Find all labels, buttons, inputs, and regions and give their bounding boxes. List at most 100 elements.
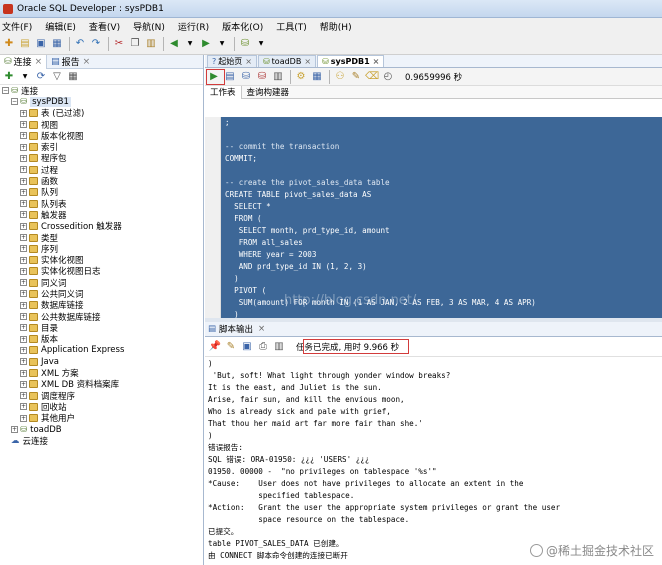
expand-icon[interactable]: + (20, 392, 27, 400)
rollback-icon[interactable]: ⛁ (255, 70, 269, 84)
tree-node[interactable]: + Application Express (0, 345, 203, 356)
expand-icon[interactable]: + (20, 335, 27, 343)
close-icon[interactable]: × (304, 57, 311, 66)
collapse-icon[interactable]: − (2, 87, 9, 95)
tree-node[interactable]: ☁ 云连接 (0, 435, 203, 447)
tree-node[interactable]: + Crossedition 触发器 (0, 221, 203, 232)
tree-node[interactable]: + 其他用户 (0, 413, 203, 424)
expand-icon[interactable]: + (20, 414, 27, 422)
expand-icon[interactable]: + (20, 267, 27, 275)
tree-node[interactable]: + 版本 (0, 334, 203, 345)
tree-node[interactable]: + XML 方案 (0, 367, 203, 379)
unshared-sql-icon[interactable]: ⚇ (333, 70, 347, 84)
sql-tuning-icon[interactable]: ▦ (310, 70, 324, 84)
tree-node[interactable]: + 视图 (0, 119, 203, 131)
close-icon[interactable]: × (373, 57, 380, 66)
tab-reports[interactable]: ▤ 报告 × (47, 55, 94, 69)
refresh-icon[interactable]: ⟳ (34, 70, 48, 84)
expand-icon[interactable]: + (20, 200, 27, 208)
tree-node[interactable]: + 实体化视图 (0, 254, 203, 266)
tree-node[interactable]: + 公共同义词 (0, 288, 203, 300)
menu-tools[interactable]: 工具(T) (276, 20, 307, 33)
expand-icon[interactable]: + (20, 177, 27, 185)
tree-node[interactable]: + 版本化视图 (0, 130, 203, 142)
undo-icon[interactable]: ↶ (73, 37, 87, 51)
filter-icon[interactable]: ▽ (50, 70, 64, 84)
expand-icon[interactable]: + (20, 256, 27, 264)
tab-toaddb[interactable]: ⛁ toadDB × (257, 55, 317, 67)
paste-icon[interactable]: ▥ (144, 37, 158, 51)
expand-icon[interactable]: + (20, 369, 27, 377)
tree-node[interactable]: + 调度程序 (0, 390, 203, 402)
tree-node[interactable]: + 触发器 (0, 209, 203, 221)
save-icon[interactable]: ▣ (240, 340, 254, 354)
expand-icon[interactable]: + (20, 222, 27, 230)
redo-icon[interactable]: ↷ (89, 37, 103, 51)
expand-icon[interactable]: + (20, 403, 27, 411)
tree-node[interactable]: + XML DB 资料档案库 (0, 379, 203, 390)
expand-icon[interactable]: + (20, 301, 27, 309)
menu-run[interactable]: 运行(R) (178, 20, 209, 33)
run-script-icon[interactable]: ▤ (223, 70, 237, 84)
close-icon[interactable]: × (245, 57, 252, 66)
collapse-icon[interactable]: − (11, 98, 18, 106)
open-icon[interactable]: ▤ (18, 37, 32, 51)
tab-start-page[interactable]: ? 起始页 × (207, 55, 257, 67)
new-icon[interactable]: ✚ (2, 37, 16, 51)
sql-editor[interactable]: ; -- commit the transaction COMMIT; -- crea… (205, 117, 662, 318)
tree-node[interactable]: + 序列 (0, 243, 203, 255)
expand-icon[interactable]: + (20, 188, 27, 196)
expand-icon[interactable]: + (20, 313, 27, 321)
save-icon[interactable]: ▣ (34, 37, 48, 51)
menu-edit[interactable]: 编辑(E) (45, 20, 76, 33)
commit-icon[interactable]: ⛁ (239, 70, 253, 84)
tree-node[interactable]: + 函数 (0, 175, 203, 187)
eraser-icon[interactable]: ⌫ (365, 70, 379, 84)
sql-worksheet-icon[interactable]: ⛁ (238, 37, 252, 51)
menu-navigate[interactable]: 导航(N) (133, 20, 165, 33)
tree-node[interactable]: + 回收站 (0, 401, 203, 413)
close-icon[interactable]: × (35, 57, 43, 67)
expand-icon[interactable]: + (20, 132, 27, 140)
history-icon[interactable]: ◴ (381, 70, 395, 84)
close-icon[interactable]: × (83, 57, 91, 67)
tree-node[interactable]: + ⛁ toadDB (0, 424, 203, 435)
tree-node[interactable]: + 队列表 (0, 198, 203, 210)
pin-icon[interactable]: 📌 (208, 340, 222, 354)
tree-node[interactable]: + 同义词 (0, 277, 203, 289)
tab-syspdb1[interactable]: ⛁ sysPDB1 × (317, 55, 385, 67)
dropdown-icon[interactable]: ▼ (254, 37, 268, 51)
expand-icon[interactable]: + (20, 324, 27, 332)
cut-icon[interactable]: ✂ (112, 37, 126, 51)
back-icon[interactable]: ◀ (167, 37, 181, 51)
tree-node[interactable]: + 公共数据库链接 (0, 311, 203, 323)
menu-file[interactable]: 文件(F) (2, 20, 32, 33)
tab-script-output[interactable]: 脚本输出 (219, 323, 253, 335)
menu-help[interactable]: 帮助(H) (320, 20, 352, 33)
tree-node[interactable]: + 过程 (0, 164, 203, 176)
expand-icon[interactable]: + (20, 234, 27, 241)
code-area[interactable]: ; -- commit the transaction COMMIT; -- crea… (221, 117, 662, 318)
expand-icon[interactable]: + (20, 346, 27, 354)
tree-node[interactable]: − ⛁ 连接 (0, 85, 203, 97)
menu-versioning[interactable]: 版本化(O) (222, 20, 263, 33)
schema-browser-icon[interactable]: ▦ (66, 70, 80, 84)
forward-icon[interactable]: ▶ (199, 37, 213, 51)
close-icon[interactable]: × (258, 324, 265, 334)
copy-icon[interactable]: ❐ (128, 37, 142, 51)
expand-icon[interactable]: + (20, 166, 27, 174)
tree-node[interactable]: + Java (0, 356, 203, 367)
print-icon[interactable]: ⎙ (256, 340, 270, 354)
save-all-icon[interactable]: ▦ (50, 37, 64, 51)
tree-node[interactable]: + 程序包 (0, 153, 203, 164)
tree-node[interactable]: + 类型 (0, 232, 203, 244)
buffer-icon[interactable]: ▥ (272, 340, 286, 354)
clear-icon[interactable]: ✎ (349, 70, 363, 84)
expand-icon[interactable]: + (20, 380, 27, 388)
expand-icon[interactable]: + (20, 290, 27, 298)
tree-node[interactable]: + 队列 (0, 187, 203, 198)
dropdown-icon[interactable]: ▼ (18, 70, 32, 84)
expand-icon[interactable]: + (20, 143, 27, 151)
dropdown-icon[interactable]: ▼ (183, 37, 197, 51)
tree-node[interactable]: + 数据库链接 (0, 300, 203, 311)
